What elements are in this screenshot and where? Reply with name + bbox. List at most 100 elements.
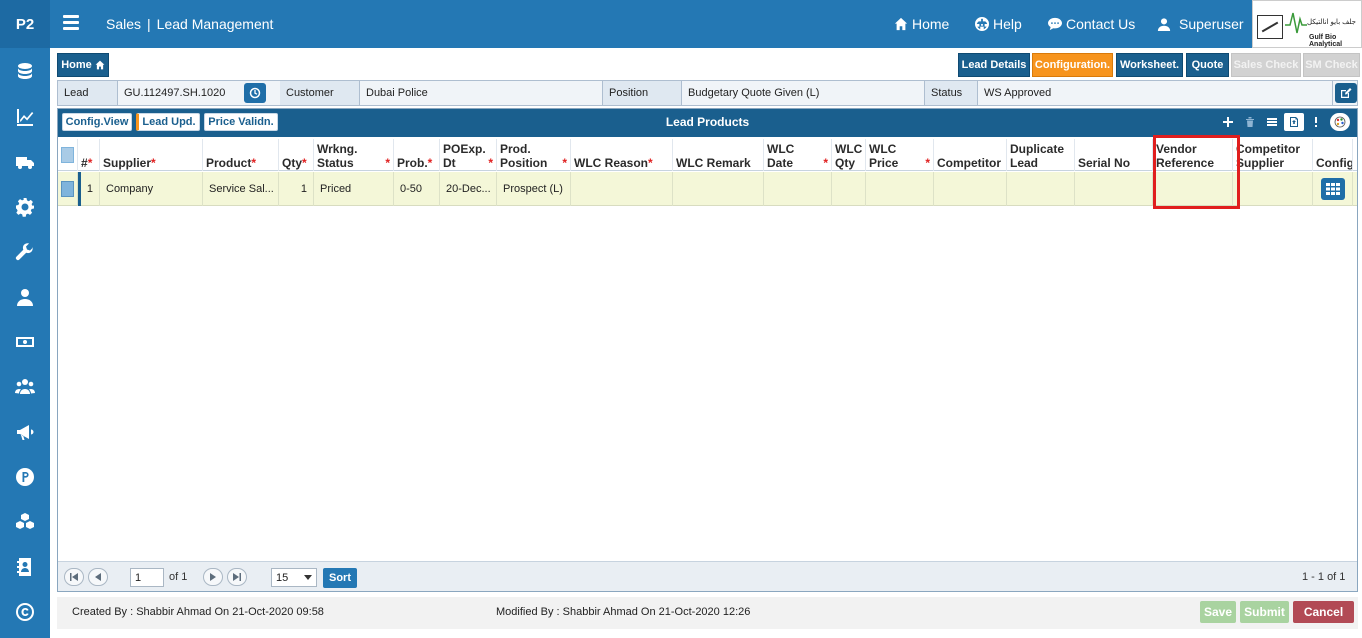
nav-contact-link[interactable]: Contact Us xyxy=(1048,16,1135,32)
cell-product[interactable]: Service Sal... xyxy=(203,172,279,206)
group-icon[interactable] xyxy=(0,370,50,404)
wrench-icon[interactable] xyxy=(0,235,50,269)
home-button[interactable]: Home xyxy=(57,53,109,77)
list-view-button[interactable] xyxy=(1262,113,1282,131)
cell-competitor[interactable] xyxy=(934,172,1007,206)
select-all-box[interactable] xyxy=(61,146,74,163)
nav-help-link[interactable]: Help xyxy=(975,16,1022,32)
grid-header: # * Supplier * Product * Qty * Wrkng. Status * Pro… xyxy=(58,139,1357,171)
cell-qty[interactable]: 1 xyxy=(279,172,314,206)
nav-home-label: Home xyxy=(912,16,950,32)
truck-icon[interactable] xyxy=(0,145,50,179)
nav-home-link[interactable]: Home xyxy=(894,16,949,32)
delete-row-button[interactable] xyxy=(1240,113,1260,131)
col-header-num[interactable]: # * xyxy=(78,139,100,171)
contact-book-icon[interactable] xyxy=(0,550,50,584)
edit-icon xyxy=(1341,88,1352,98)
required-marker: * xyxy=(925,156,930,170)
gear-icon[interactable] xyxy=(0,190,50,224)
copyright-icon[interactable] xyxy=(0,595,50,629)
sort-button[interactable]: Sort xyxy=(323,568,357,588)
cell-vendor-reference[interactable] xyxy=(1153,172,1233,206)
cell-serial-no[interactable] xyxy=(1075,172,1153,206)
col-header-prob[interactable]: Prob. * xyxy=(394,139,440,171)
next-page-button[interactable] xyxy=(203,568,223,586)
col-header-wlc-remark[interactable]: WLC Remark xyxy=(673,139,764,171)
cancel-button[interactable]: Cancel xyxy=(1293,601,1354,623)
nav-user-menu[interactable]: Superuser xyxy=(1157,16,1244,32)
tab-worksheet[interactable]: Worksheet. xyxy=(1116,53,1183,77)
cell-wrkng-status[interactable]: Priced xyxy=(314,172,394,206)
cell-prod-position[interactable]: Prospect (L) xyxy=(497,172,571,206)
database-icon[interactable] xyxy=(0,55,50,89)
tab-quote[interactable]: Quote xyxy=(1186,53,1229,77)
last-page-button[interactable] xyxy=(227,568,247,586)
row-checkbox-box[interactable] xyxy=(61,181,74,197)
col-header-supplier[interactable]: Supplier * xyxy=(100,139,203,171)
cell-config[interactable] xyxy=(1313,172,1353,206)
col-header-wlc-reason[interactable]: WLC Reason * xyxy=(571,139,673,171)
chart-line-icon[interactable] xyxy=(0,100,50,134)
col-header-competitor-supplier[interactable]: Competitor Supplier xyxy=(1233,139,1313,171)
col-header-product[interactable]: Product * xyxy=(203,139,279,171)
export-button[interactable] xyxy=(1284,113,1304,131)
cell-wlc-price[interactable] xyxy=(866,172,934,206)
select-all-checkbox[interactable] xyxy=(58,139,78,171)
menu-toggle-icon[interactable] xyxy=(63,15,79,33)
col-header-serial-no[interactable]: Serial No xyxy=(1075,139,1153,171)
money-icon[interactable] xyxy=(0,325,50,359)
cell-poexp-dt[interactable]: 20-Dec... xyxy=(440,172,497,206)
cell-wlc-date[interactable] xyxy=(764,172,832,206)
cell-num[interactable]: 1 xyxy=(78,172,100,206)
lead-update-button[interactable]: Lead Upd. xyxy=(136,113,200,131)
col-header-wlc-date[interactable]: WLC Date * xyxy=(764,139,832,171)
megaphone-icon[interactable] xyxy=(0,415,50,449)
breadcrumb-module[interactable]: Sales xyxy=(106,16,141,32)
prev-page-button[interactable] xyxy=(88,568,108,586)
col-header-wlc-price[interactable]: WLC Price * xyxy=(866,139,934,171)
col-header-vendor-reference[interactable]: Vendor Reference xyxy=(1153,139,1233,171)
col-header-competitor[interactable]: Competitor xyxy=(934,139,1007,171)
more-options-button[interactable] xyxy=(1306,113,1326,131)
cell-supplier[interactable]: Company xyxy=(100,172,203,206)
config-view-button[interactable]: Config.View xyxy=(62,113,132,131)
lead-lookup-button[interactable] xyxy=(244,83,266,103)
submit-button[interactable]: Submit xyxy=(1240,601,1289,623)
cell-wlc-remark[interactable] xyxy=(673,172,764,206)
config-grid-button[interactable] xyxy=(1321,178,1345,200)
table-row[interactable]: 1 Company Service Sal... 1 Priced 0-50 20-Dec.… xyxy=(58,172,1357,206)
save-button[interactable]: Save xyxy=(1200,601,1236,623)
status-label: Status xyxy=(925,81,978,105)
tab-configuration[interactable]: Configuration. xyxy=(1032,53,1113,77)
trash-icon xyxy=(1246,117,1254,127)
cubes-icon[interactable] xyxy=(0,505,50,539)
row-checkbox[interactable] xyxy=(58,172,78,206)
col-header-prod-position[interactable]: Prod. Position * xyxy=(497,139,571,171)
cell-wlc-qty[interactable] xyxy=(832,172,866,206)
list-icon xyxy=(1267,118,1277,126)
add-row-button[interactable] xyxy=(1218,113,1238,131)
cell-competitor-supplier[interactable] xyxy=(1233,172,1313,206)
price-validation-button[interactable]: Price Validn. xyxy=(204,113,278,131)
p-circle-icon[interactable] xyxy=(0,460,50,494)
col-header-wlc-qty[interactable]: WLC Qty xyxy=(832,139,866,171)
col-header-wrkng-status[interactable]: Wrkng. Status * xyxy=(314,139,394,171)
tab-sales-check[interactable]: Sales Check xyxy=(1231,53,1301,77)
cell-duplicate-lead[interactable] xyxy=(1007,172,1075,206)
tab-lead-details[interactable]: Lead Details xyxy=(958,53,1030,77)
app-logo[interactable]: P2 xyxy=(0,0,50,48)
edit-lead-button[interactable] xyxy=(1335,83,1357,103)
cell-prob[interactable]: 0-50 xyxy=(394,172,440,206)
theme-button[interactable] xyxy=(1330,113,1350,131)
first-page-button[interactable] xyxy=(64,568,84,586)
col-header-qty[interactable]: Qty * xyxy=(279,139,314,171)
page-size-select[interactable]: 15 xyxy=(271,568,317,587)
page-number-input[interactable]: 1 xyxy=(130,568,164,587)
cell-wlc-reason[interactable] xyxy=(571,172,673,206)
user-icon[interactable] xyxy=(0,280,50,314)
col-header-config[interactable]: Config xyxy=(1313,139,1353,171)
required-marker: * xyxy=(562,156,567,170)
col-header-duplicate-lead[interactable]: Duplicate Lead xyxy=(1007,139,1075,171)
col-header-poexp-dt[interactable]: POExp. Dt * xyxy=(440,139,497,171)
tab-sm-check[interactable]: SM Check xyxy=(1303,53,1360,77)
